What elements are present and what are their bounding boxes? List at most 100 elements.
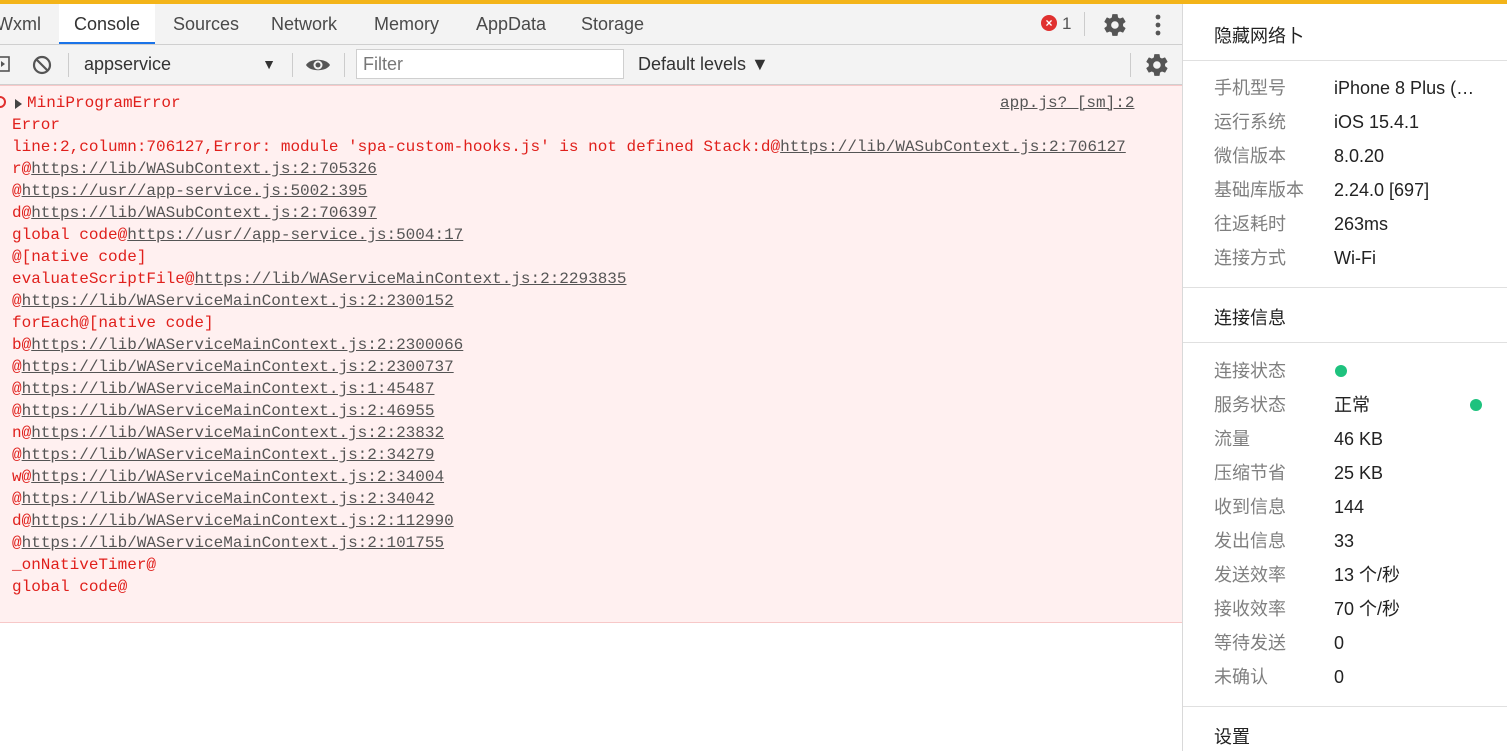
divider [1130,53,1131,77]
stack-line: @https://lib/WAServiceMainContext.js:2:3… [12,444,1147,466]
info-row: 手机型号 iPhone 8 Plus (G... [1183,71,1507,105]
filter-input[interactable] [356,49,624,79]
devtools-panel: Wxml Console Sources Network Memory AppD… [0,4,1182,751]
service-status-dot [1470,399,1482,411]
tab-memory[interactable]: Memory [374,4,439,44]
stack-source-link[interactable]: https://lib/WAServiceMainContext.js:2:34… [22,490,435,508]
panel-title[interactable]: 隐藏网络卜 [1214,22,1304,48]
info-value: 13 个/秒 [1334,565,1401,585]
clear-console-icon[interactable] [31,54,53,76]
info-row: 连接方式 Wi-Fi [1183,241,1507,275]
more-menu-icon[interactable] [1148,12,1168,38]
show-sidebar-icon[interactable] [0,56,10,72]
stack-source-link[interactable]: https://lib/WAServiceMainContext.js:2:46… [22,402,435,420]
connection-status-dot [1335,365,1347,377]
error-x-icon[interactable]: × [1041,15,1057,31]
stack-source-link[interactable]: https://lib/WAServiceMainContext.js:2:34… [31,468,444,486]
stack-line-text: w@ [12,468,32,486]
stack-line: global code@https://usr//app-service.js:… [12,224,1147,246]
stack-line: global code@ [12,576,1147,598]
info-value: iPhone 8 Plus (G... [1334,78,1484,98]
info-label: 微信版本 [1214,146,1286,166]
stack-line-text: @ [12,380,22,398]
settings-gear-icon[interactable] [1102,12,1128,38]
stack-source-link[interactable]: https://lib/WASubContext.js:2:706397 [31,204,377,222]
stack-line-text: global code@ [12,578,128,596]
divider [1183,706,1507,707]
console-settings-gear-icon[interactable] [1144,52,1170,78]
info-row: 发出信息 33 [1183,524,1507,558]
info-label: 连接方式 [1214,248,1286,268]
stack-line-text: @ [12,358,22,376]
info-row: 运行系统 iOS 15.4.1 [1183,105,1507,139]
stack-source-link[interactable]: https://lib/WASubContext.js:2:705326 [31,160,377,178]
info-value: 70 个/秒 [1334,599,1401,619]
info-value: 8.0.20 [1334,146,1385,166]
info-label: 运行系统 [1214,112,1286,132]
tab-console[interactable]: Console [59,4,155,44]
divider [292,53,293,77]
settings-section-title[interactable]: 设置 [1214,723,1250,749]
context-selector[interactable]: appservice ▼ [76,50,284,79]
caret-down-icon: ▼ [262,56,276,72]
stack-line-text: @ [12,292,22,310]
tab-wxml[interactable]: Wxml [0,4,41,44]
error-stack-trace: MiniProgramError Error line:2,column:7061… [12,92,1147,598]
live-expression-eye-icon[interactable] [304,54,332,76]
divider [1183,342,1507,343]
divider [1084,12,1085,36]
stack-source-link[interactable]: https://lib/WAServiceMainContext.js:2:23… [22,358,454,376]
info-label: 连接状态 [1214,361,1286,381]
stack-source-link[interactable]: https://lib/WAServiceMainContext.js:2:23… [31,336,463,354]
stack-line-text: d@ [12,512,32,530]
tab-appdata[interactable]: AppData [476,4,546,44]
info-value: 46 KB [1334,429,1384,449]
divider [1183,60,1507,61]
log-levels-dropdown[interactable]: Default levels ▼ [638,50,769,79]
info-label: 手机型号 [1214,78,1286,98]
stack-source-link[interactable]: https://lib/WAServiceMainContext.js:2:22… [194,270,626,288]
stack-line-text: global code@ [12,226,128,244]
connection-section-title: 连接信息 [1214,308,1286,328]
stack-line: @https://lib/WAServiceMainContext.js:2:3… [12,488,1147,510]
stack-line-text: @ [12,182,22,200]
tab-storage[interactable]: Storage [581,4,644,44]
stack-line-text: @ [12,446,22,464]
stack-line: @[native code] [12,246,1147,268]
stack-source-link[interactable]: https://usr//app-service.js:5004:17 [127,226,463,244]
console-toolbar: appservice ▼ Default levels ▼ [0,45,1182,85]
stack-source-link[interactable]: https://lib/WAServiceMainContext.js:2:10… [22,534,444,552]
stack-source-link[interactable]: https://lib/WAServiceMainContext.js:1:45… [22,380,435,398]
stack-line: forEach@[native code] [12,312,1147,334]
info-label: 发送效率 [1214,565,1286,585]
stack-line: Error [12,114,1147,136]
stack-source-link[interactable]: https://lib/WAServiceMainContext.js:2:34… [22,446,435,464]
devtools-tab-bar: Wxml Console Sources Network Memory AppD… [0,4,1182,45]
stack-line: w@https://lib/WAServiceMainContext.js:2:… [12,466,1147,488]
error-title[interactable]: MiniProgramError [12,92,1147,114]
error-count[interactable]: 1 [1062,4,1071,44]
console-output[interactable]: app.js? [sm]:2 MiniProgramError Error lin… [0,85,1182,751]
info-label: 往返耗时 [1214,214,1286,234]
tab-network[interactable]: Network [271,4,337,44]
stack-source-link[interactable]: https://usr//app-service.js:5002:395 [22,182,368,200]
stack-line-text: @ [12,490,22,508]
info-value: 正常 [1334,395,1370,415]
stack-line: line:2,column:706127,Error: module 'spa-… [12,136,1147,158]
stack-line: r@https://lib/WASubContext.js:2:705326 [12,158,1147,180]
stack-source-link[interactable]: https://lib/WAServiceMainContext.js:2:11… [31,512,453,530]
info-row: 往返耗时 263ms [1183,207,1507,241]
stack-line: d@https://lib/WASubContext.js:2:706397 [12,202,1147,224]
info-label: 发出信息 [1214,531,1286,551]
stack-line-text: @[native code] [12,248,147,266]
info-row: 未确认 0 [1183,660,1507,694]
divider [1183,287,1507,288]
info-value: 263ms [1334,214,1389,234]
stack-line: @https://usr//app-service.js:5002:395 [12,180,1147,202]
stack-line: n@https://lib/WAServiceMainContext.js:2:… [12,422,1147,444]
info-value: 0 [1334,667,1345,687]
tab-sources[interactable]: Sources [173,4,239,44]
stack-source-link[interactable]: https://lib/WASubContext.js:2:706127 [780,138,1126,156]
stack-source-link[interactable]: https://lib/WAServiceMainContext.js:2:23… [31,424,444,442]
stack-source-link[interactable]: https://lib/WAServiceMainContext.js:2:23… [22,292,454,310]
